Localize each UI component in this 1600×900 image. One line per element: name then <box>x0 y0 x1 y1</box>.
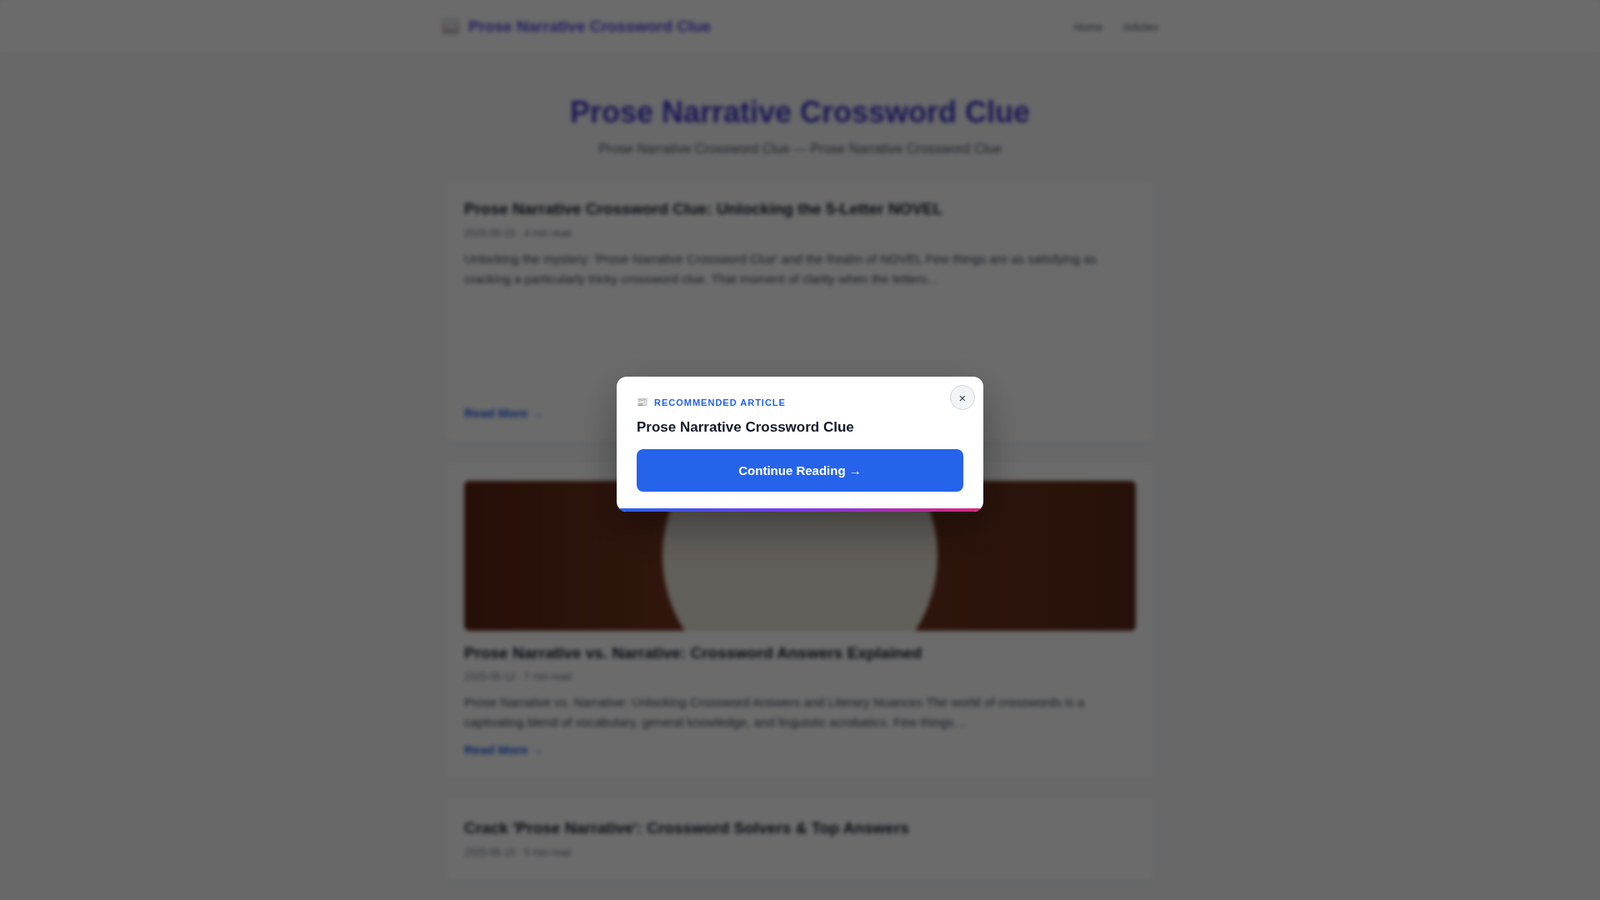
newspaper-icon: 📰 <box>636 396 650 408</box>
recommend-modal: × 📰 RECOMMENDED ARTICLE Prose Narrative … <box>616 376 984 512</box>
modal-title: Prose Narrative Crossword Clue <box>636 419 964 436</box>
modal-label: 📰 RECOMMENDED ARTICLE <box>636 396 964 408</box>
accent-bar <box>616 508 984 512</box>
close-button[interactable]: × <box>950 385 975 410</box>
continue-reading-button[interactable]: Continue Reading → <box>636 449 964 492</box>
